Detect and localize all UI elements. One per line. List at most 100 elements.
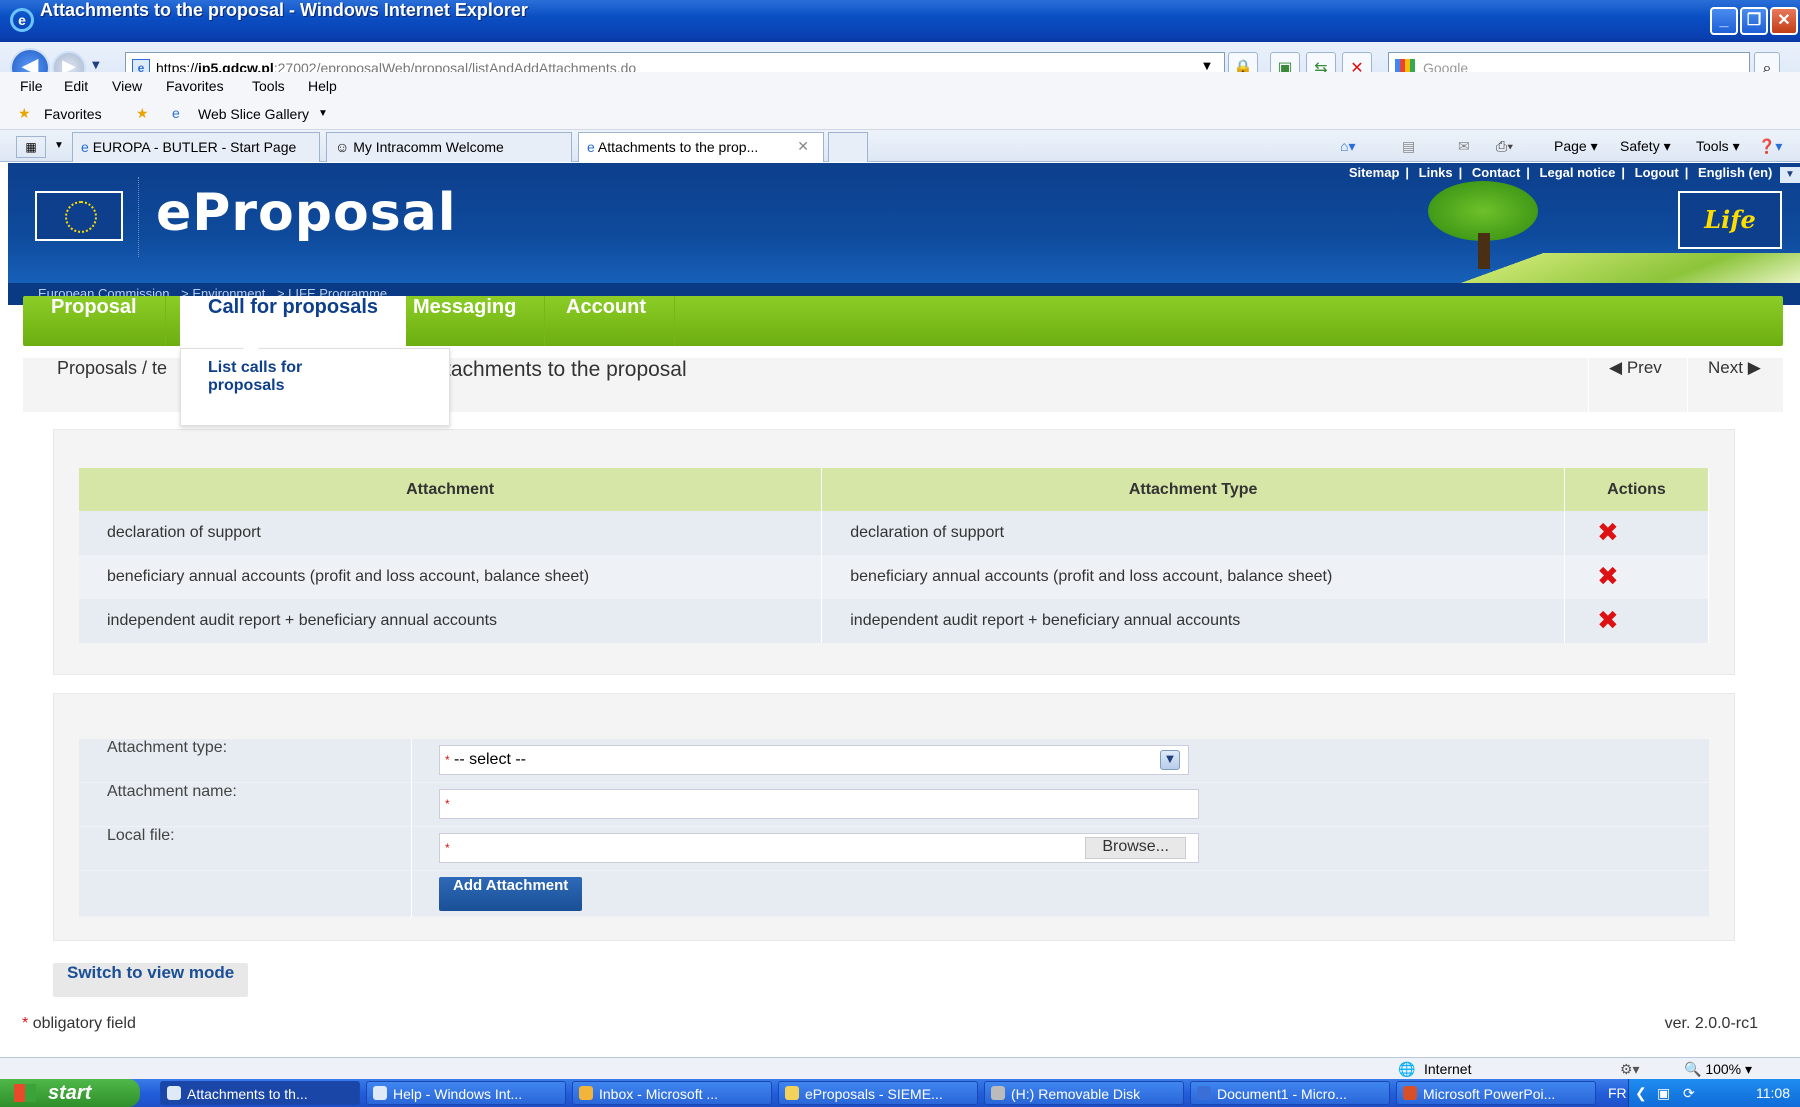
zoom-level[interactable]: 🔍 100% ▾ xyxy=(1684,1061,1752,1078)
links-link[interactable]: Links xyxy=(1419,165,1453,180)
ie-tab-icon: e xyxy=(81,139,89,155)
taskbar-item[interactable]: Document1 - Micro... xyxy=(1190,1081,1390,1105)
add-attachment-button[interactable]: Add Attachment xyxy=(439,877,583,911)
tray-expand-icon[interactable]: ❮ xyxy=(1635,1079,1647,1107)
recent-pages-dropdown-icon[interactable]: ▼ xyxy=(92,60,100,71)
start-button[interactable]: start xyxy=(0,1079,140,1107)
legal-notice-link[interactable]: Legal notice xyxy=(1540,165,1616,180)
web-slice-gallery-link[interactable]: Web Slice Gallery xyxy=(198,106,309,122)
nav-proposal[interactable]: Proposal xyxy=(23,296,166,346)
tools-menu-label: Tools xyxy=(1696,138,1729,154)
next-button[interactable]: Next ▶ xyxy=(1687,358,1781,412)
tab-label: Attachments to the prop... xyxy=(597,139,759,155)
form-row-name: Attachment name: * xyxy=(79,783,1709,827)
new-tab-button[interactable] xyxy=(828,132,868,162)
page-menu[interactable]: Page ▾ xyxy=(1554,138,1598,155)
tools-menu[interactable]: Tools ▾ xyxy=(1696,138,1740,155)
web-slice-icon: e xyxy=(172,105,180,121)
globe-icon: 🌐 xyxy=(1398,1061,1416,1077)
taskbar-item-label: Help - Windows Int... xyxy=(393,1086,523,1102)
taskbar-item[interactable]: eProposals - SIEME... xyxy=(778,1081,978,1105)
attachments-panel: Attachment Attachment Type Actions decla… xyxy=(53,429,1735,675)
tray-sync-icon[interactable]: ⟳ xyxy=(1683,1079,1695,1107)
system-tray: ❮ ▣ ⟳ 11:08 xyxy=(1628,1079,1800,1107)
chevron-down-icon[interactable]: ▼ xyxy=(1160,750,1180,770)
help-icon[interactable]: ❓▾ xyxy=(1758,138,1782,155)
nav-account[interactable]: Account xyxy=(538,296,675,346)
taskbar-item-label: (H:) Removable Disk xyxy=(1011,1086,1141,1102)
read-mail-icon[interactable]: ✉ xyxy=(1458,138,1470,155)
taskbar-item[interactable]: Microsoft PowerPoi... xyxy=(1396,1081,1596,1105)
attachment-name-label: Attachment name: xyxy=(107,783,237,800)
page-menu-label: Page xyxy=(1554,138,1587,154)
home-icon[interactable]: ⌂▾ xyxy=(1340,138,1355,155)
attachments-table: Attachment Attachment Type Actions decla… xyxy=(79,468,1709,643)
local-file-label: Local file: xyxy=(107,827,175,844)
local-file-input[interactable]: * Browse... xyxy=(439,833,1199,863)
page-breadcrumb[interactable]: Proposals / te xyxy=(57,358,167,379)
tab-attachments[interactable]: e Attachments to the prop... ✕ xyxy=(578,132,824,162)
attachment-type-select[interactable]: * -- select -- ▼ xyxy=(439,745,1189,775)
restore-button[interactable]: ❐ xyxy=(1740,7,1768,35)
nav-messaging[interactable]: Messaging xyxy=(385,296,546,346)
favorites-bar: ★ Favorites ★ e Web Slice Gallery ▼ xyxy=(0,100,1800,130)
menu-tools[interactable]: Tools xyxy=(252,78,285,94)
obligatory-field-note: * obligatory field xyxy=(22,1015,136,1033)
menu-view[interactable]: View xyxy=(112,78,142,94)
switch-to-view-mode-button[interactable]: Switch to view mode xyxy=(53,963,249,997)
print-icon[interactable]: ⎙▾ xyxy=(1496,138,1513,155)
feeds-icon[interactable]: ▤ xyxy=(1402,138,1415,155)
close-window-button[interactable]: ✕ xyxy=(1770,7,1798,35)
attachment-name-cell: independent audit report + beneficiary a… xyxy=(79,599,823,643)
tab-list-dropdown-icon[interactable]: ▼ xyxy=(54,140,64,151)
ie-logo-icon: e xyxy=(10,8,34,32)
table-row: declaration of support declaration of su… xyxy=(79,511,1709,555)
dropdown-list-calls[interactable]: List calls for proposals xyxy=(208,359,358,395)
attachment-name-input[interactable]: * xyxy=(439,789,1199,819)
protected-mode-icon[interactable]: ⚙▾ xyxy=(1620,1061,1640,1078)
prev-label: Prev xyxy=(1626,358,1662,377)
tab-intracomm[interactable]: ☺ My Intracomm Welcome xyxy=(326,132,572,162)
language-select[interactable]: English (en) xyxy=(1698,165,1772,180)
tab-europa-butler[interactable]: e EUROPA - BUTLER - Start Page xyxy=(72,132,320,162)
menu-favorites[interactable]: Favorites xyxy=(166,78,224,94)
attachment-name-cell: declaration of support xyxy=(79,511,823,555)
menu-help[interactable]: Help xyxy=(308,78,337,94)
prev-button[interactable]: ◀ Prev xyxy=(1588,358,1682,412)
favorites-button[interactable]: Favorites xyxy=(44,106,102,122)
nav-call-for-proposals[interactable]: Call for proposals xyxy=(180,296,407,348)
browse-button[interactable]: Browse... xyxy=(1085,837,1186,859)
attachment-type-cell: independent audit report + beneficiary a… xyxy=(821,599,1565,643)
web-slice-dropdown-icon[interactable]: ▼ xyxy=(318,108,328,119)
table-row: beneficiary annual accounts (profit and … xyxy=(79,555,1709,599)
language-dropdown-icon[interactable]: ▼ xyxy=(1780,167,1800,183)
delete-icon[interactable]: ✖ xyxy=(1597,606,1619,636)
taskbar-item-label: Inbox - Microsoft ... xyxy=(599,1086,719,1102)
taskbar-item[interactable]: (H:) Removable Disk xyxy=(984,1081,1184,1105)
status-bar: 🌐 Internet ⚙▾ 🔍 100% ▾ xyxy=(0,1057,1800,1079)
add-favorite-icon[interactable]: ★ xyxy=(136,105,149,122)
minimize-button[interactable]: _ xyxy=(1710,7,1738,35)
form-row-type: Attachment type: * -- select -- ▼ xyxy=(79,739,1709,783)
taskbar-item[interactable]: Attachments to th... xyxy=(160,1081,360,1105)
menu-edit[interactable]: Edit xyxy=(64,78,88,94)
taskbar-item[interactable]: Inbox - Microsoft ... xyxy=(572,1081,772,1105)
zoom-value: 100% xyxy=(1705,1061,1742,1077)
taskbar-item[interactable]: Help - Windows Int... xyxy=(366,1081,566,1105)
language-indicator[interactable]: FR xyxy=(1608,1079,1627,1107)
quick-tabs-icon[interactable]: ▦ xyxy=(16,136,46,158)
delete-icon[interactable]: ✖ xyxy=(1597,562,1619,592)
page-title: tachments to the proposal xyxy=(445,358,687,381)
logout-link[interactable]: Logout xyxy=(1635,165,1679,180)
safety-menu-label: Safety xyxy=(1620,138,1660,154)
add-attachment-form: Attachment type: * -- select -- ▼ Attach… xyxy=(79,739,1709,917)
next-label: Next xyxy=(1708,358,1743,377)
required-mark: * xyxy=(22,1015,29,1032)
delete-icon[interactable]: ✖ xyxy=(1597,518,1619,548)
menu-file[interactable]: File xyxy=(20,78,43,94)
contact-link[interactable]: Contact xyxy=(1472,165,1520,180)
tray-network-icon[interactable]: ▣ xyxy=(1657,1079,1670,1107)
sitemap-link[interactable]: Sitemap xyxy=(1349,165,1400,180)
tab-close-icon[interactable]: ✕ xyxy=(797,138,809,155)
safety-menu[interactable]: Safety ▾ xyxy=(1620,138,1671,155)
